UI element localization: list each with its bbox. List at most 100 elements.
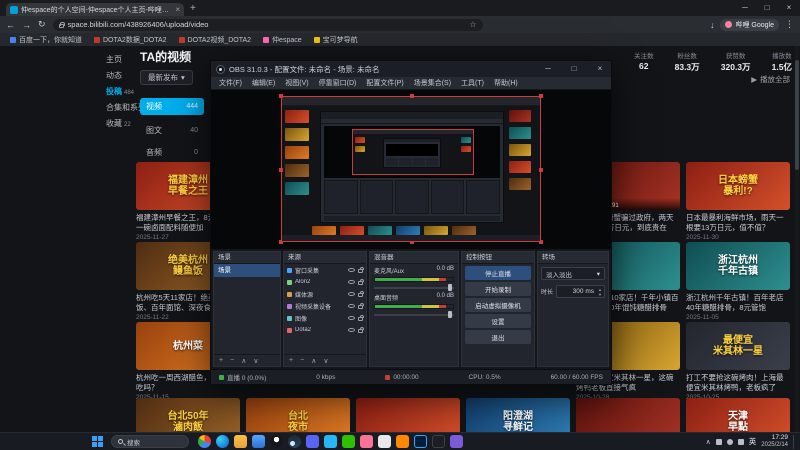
taskbar-clock[interactable]: 17:29 2025/2/14 — [761, 434, 788, 449]
mic-volume-slider[interactable] — [374, 284, 454, 291]
maximize-button[interactable]: □ — [756, 0, 778, 16]
scrollbar-thumb[interactable] — [795, 60, 799, 170]
lock-icon[interactable] — [358, 279, 364, 285]
address-bar[interactable]: space.bilibili.com/438926406/upload/vide… — [52, 18, 483, 31]
visibility-eye-icon[interactable] — [348, 304, 355, 308]
taskbar-app-icon[interactable] — [234, 435, 247, 448]
video-thumbnail[interactable]: 天津 早點 — [686, 398, 790, 432]
url-text[interactable]: space.bilibili.com/438926406/upload/vide… — [68, 20, 466, 29]
bookmark-item[interactable]: 百度一下，你就知道 — [10, 35, 82, 45]
video-card[interactable]: 阳澄湖 寻鲜记 — [466, 398, 570, 432]
video-card[interactable] — [356, 398, 460, 432]
tray-chevron-icon[interactable]: ∧ — [706, 438, 711, 446]
minimize-button[interactable]: ─ — [734, 0, 756, 16]
taskbar-app-icon[interactable] — [198, 435, 211, 448]
taskbar-app-icon[interactable] — [360, 435, 373, 448]
remove-scene-button[interactable]: − — [230, 357, 234, 364]
settings-button[interactable]: 设置 — [465, 314, 531, 328]
video-thumbnail[interactable]: 台北 夜市 — [246, 398, 350, 432]
tab-videos[interactable]: 视频 444 — [140, 98, 204, 115]
resize-handle[interactable] — [539, 168, 543, 172]
add-scene-button[interactable]: + — [219, 357, 223, 364]
obs-title-bar[interactable]: OBS 31.0.3 - 配置文件: 未命名 - 场景: 未命名 ─ □ × — [211, 61, 611, 77]
menu-view[interactable]: 视图(V) — [280, 78, 313, 88]
obs-maximize-button[interactable]: □ — [563, 61, 585, 77]
menu-scene-collection[interactable]: 场景集合(S) — [409, 78, 456, 88]
move-scene-up-button[interactable]: ∧ — [241, 357, 246, 365]
taskbar-app-icon[interactable] — [378, 435, 391, 448]
obs-close-button[interactable]: × — [589, 61, 611, 77]
video-card[interactable]: 浙江杭州 千年古镇 浙江杭州千年古镇！百年老店40年糖醋排骨，8元管饱 2025-… — [686, 242, 790, 321]
back-button[interactable]: ← — [6, 20, 15, 30]
video-title[interactable]: 打工不要抢这碗烤肉！上海最便宜米其林烤鸭，老板疯了 — [686, 373, 790, 392]
sidebar-item-favorites[interactable]: 收藏 22 — [106, 118, 131, 129]
video-title[interactable]: 浙江杭州千年古镇！百年老店40年糖醋排骨，8元管饱 — [686, 293, 790, 312]
video-card[interactable]: 台北50年 滷肉飯 — [136, 398, 240, 432]
start-recording-button[interactable]: 开始录制 — [465, 282, 531, 296]
start-button[interactable] — [92, 435, 104, 448]
visibility-eye-icon[interactable] — [348, 292, 355, 296]
visibility-eye-icon[interactable] — [348, 280, 355, 284]
forward-button[interactable]: → — [22, 20, 31, 30]
source-row[interactable]: 图像 — [284, 312, 366, 324]
video-thumbnail[interactable]: 日本螃蟹 暴利!? — [686, 162, 790, 210]
bookmark-star-icon[interactable]: ☆ — [469, 20, 476, 29]
resize-handle[interactable] — [279, 94, 283, 98]
video-card[interactable]: 日本螃蟹 暴利!? 日本最暴利海鲜市场，雨天一根要13万日元，值不值？ 2025-… — [686, 162, 790, 241]
move-source-up-button[interactable]: ∧ — [311, 357, 316, 365]
visibility-eye-icon[interactable] — [348, 268, 355, 272]
tray-icon[interactable] — [737, 438, 744, 445]
desktop-volume-slider[interactable] — [374, 311, 454, 318]
lock-icon[interactable] — [358, 303, 364, 309]
source-row[interactable]: 视频采集设备 — [284, 300, 366, 312]
resize-handle[interactable] — [539, 94, 543, 98]
transition-select[interactable]: 淡入淡出 ▾ — [541, 267, 605, 280]
tab-audio[interactable]: 音频 0 — [140, 144, 204, 161]
visibility-eye-icon[interactable] — [348, 316, 355, 320]
taskbar-app-icon[interactable] — [414, 435, 427, 448]
exit-button[interactable]: 退出 — [465, 330, 531, 344]
resize-handle[interactable] — [279, 168, 283, 172]
lock-icon[interactable] — [358, 315, 364, 321]
ime-indicator[interactable]: 英 — [749, 436, 757, 447]
downloads-icon[interactable]: ↓ — [710, 20, 715, 30]
remove-source-button[interactable]: − — [300, 357, 304, 364]
move-source-down-button[interactable]: ∨ — [323, 357, 328, 365]
obs-minimize-button[interactable]: ─ — [537, 61, 559, 77]
lock-icon[interactable] — [358, 291, 364, 297]
scene-list-item[interactable]: 场景 — [214, 264, 280, 277]
browser-tab[interactable]: 仲espace的个人空间-仲espace个人主页-哔哩哔哩视频 × — [6, 3, 184, 16]
bookmark-item[interactable]: 宝可梦导航 — [313, 35, 358, 45]
reload-button[interactable]: ↻ — [38, 19, 46, 30]
add-source-button[interactable]: + — [289, 357, 293, 364]
video-title[interactable]: 日本最暴利海鲜市场，雨天一根要13万日元，值不值？ — [686, 213, 790, 232]
bookmark-item[interactable]: 仲espace — [263, 35, 302, 45]
show-desktop-button[interactable] — [793, 434, 796, 449]
browser-menu-icon[interactable]: ⋮ — [785, 19, 794, 30]
video-thumbnail[interactable]: 阳澄湖 寻鲜记 — [466, 398, 570, 432]
taskbar-app-icon[interactable] — [396, 435, 409, 448]
obs-window[interactable]: OBS 31.0.3 - 配置文件: 未命名 - 场景: 未命名 ─ □ × 文… — [210, 60, 612, 385]
taskbar-app-icon[interactable] — [216, 435, 229, 448]
lock-icon[interactable] — [358, 327, 364, 333]
taskbar-app-icon[interactable] — [324, 435, 337, 448]
spin-down-icon[interactable]: ▾ — [599, 292, 601, 297]
virtual-camera-button[interactable]: 启动虚拟摄像机 — [465, 298, 531, 312]
menu-tools[interactable]: 工具(T) — [456, 78, 489, 88]
menu-file[interactable]: 文件(F) — [214, 78, 247, 88]
tray-icon[interactable] — [715, 438, 722, 445]
page-scrollbar[interactable] — [795, 46, 799, 432]
visibility-eye-icon[interactable] — [348, 328, 355, 332]
taskbar-app-icon[interactable] — [270, 435, 283, 448]
video-thumbnail[interactable]: 最便宜 米其林一星 — [686, 322, 790, 370]
resize-handle[interactable] — [410, 94, 414, 98]
menu-edit[interactable]: 编辑(E) — [247, 78, 280, 88]
taskbar-app-icon[interactable] — [432, 435, 445, 448]
play-all-button[interactable]: ▶ 播放全部 — [751, 74, 790, 85]
video-thumbnail[interactable]: 台北50年 滷肉飯 — [136, 398, 240, 432]
video-thumbnail[interactable]: 浙江杭州 千年古镇 — [686, 242, 790, 290]
browser-profile-chip[interactable]: 哔哩 Google — [720, 18, 779, 31]
source-row[interactable]: 媒体源 — [284, 288, 366, 300]
sidebar-item-home[interactable]: 主页 — [106, 54, 122, 65]
taskbar-app-icon[interactable] — [450, 435, 463, 448]
